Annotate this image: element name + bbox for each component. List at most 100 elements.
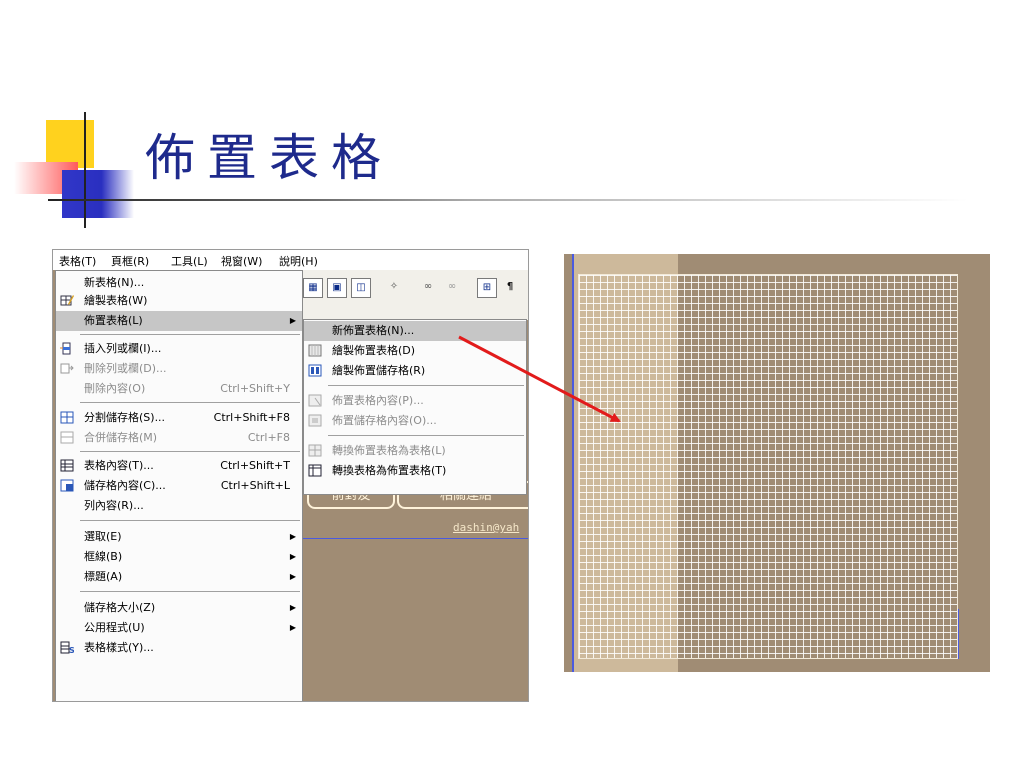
menu-item-row-properties[interactable]: 列內容(R)... (56, 496, 302, 516)
menu-tools[interactable]: 工具(L) (171, 253, 208, 269)
menu-separator (80, 520, 300, 521)
menu-item-layout-table[interactable]: 佈置表格(L) ▶ (56, 311, 302, 331)
menu-item-label: 刪除列或欄(D)... (84, 362, 167, 375)
submenu-arrow-icon: ▶ (289, 552, 296, 561)
frame-icon[interactable]: ▣ (327, 278, 347, 298)
email-link[interactable]: dashin@yah (453, 521, 519, 534)
menu-item-cell-size[interactable]: 儲存格大小(Z) ▶ (56, 598, 302, 618)
page-divider (301, 538, 528, 539)
submenu-arrow-icon: ▶ (289, 603, 296, 612)
submenu-item-label: 轉換表格為佈置表格(T) (332, 464, 447, 477)
menu-window[interactable]: 視窗(W) (221, 253, 262, 269)
decorative-vertical-line (84, 112, 86, 228)
title-underline (48, 199, 468, 201)
menu-item-label: 分割儲存格(S)... (84, 411, 166, 424)
submenu-arrow-icon: ▶ (289, 532, 296, 541)
editor-screenshot: 表格(T) 頁框(R) 工具(L) 視窗(W) 說明(H) ▦ ▣ ◫ ✧ ∞ … (52, 249, 529, 702)
unlink-icon[interactable]: ∞ (443, 278, 461, 296)
submenu-item-label: 繪製佈置表格(D) (332, 344, 416, 357)
menu-item-delete-content[interactable]: 刪除內容(O) Ctrl+Shift+Y (56, 379, 302, 399)
menu-item-delete-row[interactable]: 刪除列或欄(D)... (56, 359, 302, 379)
layout-table-props-icon (308, 394, 322, 407)
menu-item-new-table[interactable]: 新表格(N)... (56, 273, 302, 293)
submenu-item-label: 轉換佈置表格為表格(L) (332, 444, 446, 457)
menu-help[interactable]: 說明(H) (279, 253, 318, 269)
menu-item-utilities[interactable]: 公用程式(U) ▶ (56, 618, 302, 638)
table-style-icon: S (60, 641, 74, 654)
convert-to-layout-icon (308, 464, 322, 477)
find-icon[interactable]: ✧ (385, 278, 403, 296)
draw-layout-cell-icon (308, 364, 322, 377)
menu-item-table-style[interactable]: S 表格樣式(Y)... (56, 638, 302, 658)
menu-separator (80, 402, 300, 403)
menu-separator (80, 334, 300, 335)
menu-item-label: 合併儲存格(M) (84, 431, 158, 444)
menu-item-label: 表格樣式(Y)... (84, 641, 154, 654)
merge-cell-icon (60, 431, 74, 444)
menu-item-caption[interactable]: 標題(A) ▶ (56, 567, 302, 587)
pilcrow-icon[interactable]: ¶ (501, 278, 519, 296)
menu-item-cell-properties[interactable]: 儲存格內容(C)... Ctrl+Shift+L (56, 476, 302, 496)
layout-table-preview (564, 254, 990, 672)
layout-grid[interactable] (578, 274, 958, 659)
menu-item-label: 儲存格內容(C)... (84, 479, 166, 492)
menu-item-shortcut: Ctrl+Shift+F8 (213, 411, 290, 424)
link-icon[interactable]: ∞ (419, 278, 437, 296)
insert-row-icon (60, 342, 71, 355)
submenu-item-label: 佈置表格內容(P)... (332, 394, 424, 407)
menu-separator (80, 591, 300, 592)
pointer-arrow (458, 335, 621, 423)
title-underline-fade (468, 199, 968, 201)
menu-item-shortcut: Ctrl+Shift+T (220, 459, 290, 472)
menu-item-merge-cell[interactable]: 合併儲存格(M) Ctrl+F8 (56, 428, 302, 448)
format-toolbar (301, 304, 528, 318)
draw-layout-table-icon (308, 344, 322, 357)
layout-icon[interactable]: ◫ (351, 278, 371, 298)
grid-edge-line (958, 609, 959, 659)
menu-separator (328, 435, 524, 436)
menu-item-table-properties[interactable]: 表格內容(T)... Ctrl+Shift+T (56, 456, 302, 476)
svg-text:S: S (69, 646, 74, 654)
page-title: 佈置表格 (145, 129, 393, 187)
delete-row-icon (60, 363, 74, 374)
page-margin-line (572, 254, 574, 672)
menu-separator (80, 451, 300, 452)
menu-item-label: 刪除內容(O) (84, 382, 146, 395)
decorative-blue-square (62, 170, 134, 218)
submenu-item-label: 繪製佈置儲存格(R) (332, 364, 426, 377)
submenu-item-convert-layout-to-table[interactable]: 轉換佈置表格為表格(L) (304, 441, 526, 461)
submenu-arrow-icon: ▶ (289, 572, 296, 581)
menu-bar: 表格(T) 頁框(R) 工具(L) 視窗(W) 說明(H) (53, 250, 528, 270)
table-icon[interactable]: ▦ (303, 278, 323, 298)
menu-item-draw-table[interactable]: 繪製表格(W) (56, 291, 302, 311)
table-menu: 新表格(N)... 繪製表格(W) 佈置表格(L) ▶ 插入列或欄(I)... … (55, 270, 303, 701)
menu-item-label: 新表格(N)... (84, 276, 145, 289)
table-properties-icon (60, 459, 74, 472)
menu-item-shortcut: Ctrl+Shift+L (220, 479, 290, 492)
border-icon[interactable]: ⊞ (477, 278, 497, 298)
menu-item-label: 框線(B) (84, 550, 123, 563)
submenu-arrow-icon: ▶ (289, 623, 296, 632)
layout-cell-props-icon (308, 414, 322, 427)
cell-properties-icon (60, 479, 74, 492)
menu-item-label: 標題(A) (84, 570, 123, 583)
menu-item-label: 列內容(R)... (84, 499, 144, 512)
menu-item-label: 佈置表格(L) (84, 314, 143, 327)
menu-item-split-cell[interactable]: 分割儲存格(S)... Ctrl+Shift+F8 (56, 408, 302, 428)
split-cell-icon (60, 411, 74, 424)
menu-table[interactable]: 表格(T) (59, 253, 96, 269)
menu-item-shortcut: Ctrl+Shift+Y (220, 382, 290, 395)
menu-item-borders[interactable]: 框線(B) ▶ (56, 547, 302, 567)
menu-item-select[interactable]: 選取(E) ▶ (56, 527, 302, 547)
menu-item-label: 選取(E) (84, 530, 122, 543)
menu-item-label: 儲存格大小(Z) (84, 601, 156, 614)
submenu-arrow-icon: ▶ (289, 316, 296, 325)
menu-item-insert-row[interactable]: 插入列或欄(I)... (56, 339, 302, 359)
menu-frame[interactable]: 頁框(R) (111, 253, 149, 269)
convert-to-table-icon (308, 444, 322, 457)
menu-item-label: 表格內容(T)... (84, 459, 154, 472)
submenu-item-convert-table-to-layout[interactable]: 轉換表格為佈置表格(T) (304, 461, 526, 481)
submenu-item-label: 新佈置表格(N)... (332, 324, 415, 337)
menu-item-label: 公用程式(U) (84, 621, 145, 634)
draw-table-icon (60, 295, 74, 306)
